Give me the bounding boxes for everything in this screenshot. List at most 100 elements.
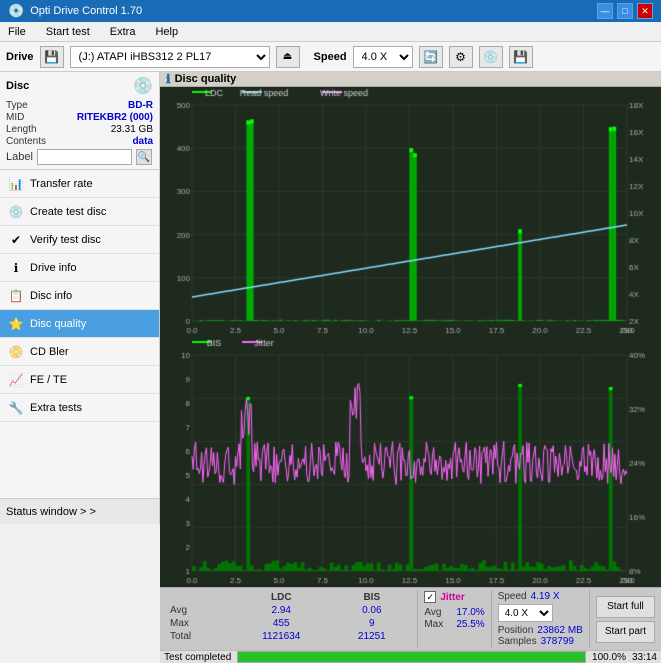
stats-total-row: Total 1121634 21251 <box>166 630 411 643</box>
disc-contents-label: Contents <box>6 136 46 147</box>
verify-test-disc-label: Verify test disc <box>30 234 101 246</box>
menu-file[interactable]: File <box>4 24 30 40</box>
stats-row-main: LDC BIS Avg 2.94 0.06 Max <box>160 588 661 650</box>
create-test-disc-icon: 💿 <box>8 205 24 219</box>
transfer-rate-icon: 📊 <box>8 177 24 191</box>
buttons-section: Start full Start part <box>590 588 661 650</box>
menu-start-test[interactable]: Start test <box>42 24 94 40</box>
dq-title: Disc quality <box>175 73 237 85</box>
extra-tests-icon: 🔧 <box>8 401 24 415</box>
stats-avg-row: Avg 2.94 0.06 <box>166 604 411 617</box>
progress-area: Test completed 100.0% 33:14 <box>160 650 661 663</box>
progress-status: Test completed <box>164 652 231 663</box>
close-button[interactable]: ✕ <box>637 3 653 19</box>
menu-bar: File Start test Extra Help <box>0 22 661 42</box>
sidebar-item-disc-quality[interactable]: ⭐ Disc quality <box>0 310 159 338</box>
transfer-rate-label: Transfer rate <box>30 178 93 190</box>
sidebar-item-drive-info[interactable]: ℹ Drive info <box>0 254 159 282</box>
sidebar-item-disc-info[interactable]: 📋 Disc info <box>0 282 159 310</box>
sidebar-item-verify-test-disc[interactable]: ✔ Verify test disc <box>0 226 159 254</box>
disc-image-icon: 💿 <box>133 76 153 96</box>
title-bar: 💿 Opti Drive Control 1.70 — □ ✕ <box>0 0 661 22</box>
max-label: Max <box>166 617 230 630</box>
charts-area <box>160 87 661 587</box>
dq-header-icon: ℹ <box>166 72 171 86</box>
progress-text: 100.0% <box>592 652 626 663</box>
drive-toolbar: Drive 💾 (J:) ATAPI iHBS312 2 PL17 ⏏ Spee… <box>0 42 661 72</box>
disc-length-label: Length <box>6 124 37 135</box>
disc-icon2[interactable]: 💿 <box>479 46 503 68</box>
window-title: Opti Drive Control 1.70 <box>30 5 142 17</box>
stats-bar: LDC BIS Avg 2.94 0.06 Max <box>160 587 661 650</box>
eject-button[interactable]: ⏏ <box>276 46 300 68</box>
fe-te-icon: 📈 <box>8 373 24 387</box>
settings-icon[interactable]: ⚙ <box>449 46 473 68</box>
drive-select[interactable]: (J:) ATAPI iHBS312 2 PL17 <box>70 46 270 68</box>
speed-label2: Speed <box>498 591 527 602</box>
disc-info-icon: 📋 <box>8 289 24 303</box>
jitter-section: ✓ Jitter Avg 17.0% Max 25.5% <box>418 588 490 650</box>
avg-label: Avg <box>166 604 230 617</box>
disc-type-label: Type <box>6 100 28 111</box>
sidebar-item-cd-bler[interactable]: 📀 CD Bler <box>0 338 159 366</box>
jitter-label: Jitter <box>440 592 464 603</box>
progress-bar-container <box>237 651 586 663</box>
drive-label: Drive <box>6 51 34 63</box>
drive-info-icon: ℹ <box>8 261 24 275</box>
progress-time: 33:14 <box>632 652 657 663</box>
progress-bar-fill <box>238 652 585 662</box>
sidebar-item-transfer-rate[interactable]: 📊 Transfer rate <box>0 170 159 198</box>
disc-label-label: Label <box>6 151 33 163</box>
sidebar-item-create-test-disc[interactable]: 💿 Create test disc <box>0 198 159 226</box>
disc-contents-value: data <box>132 136 153 147</box>
save-icon[interactable]: 💾 <box>509 46 533 68</box>
avg-ldc: 2.94 <box>230 604 332 617</box>
verify-test-disc-icon: ✔ <box>8 233 24 247</box>
disc-type-value: BD-R <box>128 100 153 111</box>
col-ldc: LDC <box>230 591 332 604</box>
cd-bler-label: CD Bler <box>30 346 69 358</box>
disc-mid-value: RITEKBR2 (000) <box>77 112 153 123</box>
speed-select2[interactable]: 4.0 X <box>498 604 553 622</box>
status-window-button[interactable]: Status window > > <box>0 498 159 524</box>
total-label: Total <box>166 630 230 643</box>
disc-quality-label: Disc quality <box>30 318 86 330</box>
disc-section-title: Disc <box>6 80 29 92</box>
drive-info-label: Drive info <box>30 262 76 274</box>
col-bis: BIS <box>332 591 411 604</box>
maximize-button[interactable]: □ <box>617 3 633 19</box>
upper-chart <box>160 87 661 337</box>
window-controls: — □ ✕ <box>597 3 653 19</box>
menu-help[interactable]: Help <box>151 24 182 40</box>
sidebar-item-extra-tests[interactable]: 🔧 Extra tests <box>0 394 159 422</box>
create-test-disc-label: Create test disc <box>30 206 106 218</box>
app-icon: 💿 <box>8 3 24 19</box>
extra-tests-label: Extra tests <box>30 402 82 414</box>
start-full-button[interactable]: Start full <box>596 596 655 618</box>
refresh-icon[interactable]: 🔄 <box>419 46 443 68</box>
sidebar-item-fe-te[interactable]: 📈 FE / TE <box>0 366 159 394</box>
disc-quality-header: ℹ Disc quality <box>160 72 661 87</box>
lower-chart <box>160 337 661 587</box>
speed-value: 4.19 X <box>531 591 560 602</box>
jitter-max-label: Max <box>424 619 452 630</box>
samples-label: Samples <box>498 636 537 647</box>
disc-panel: Disc 💿 Type BD-R MID RITEKBR2 (000) Leng… <box>0 72 159 170</box>
minimize-button[interactable]: — <box>597 3 613 19</box>
jitter-avg-value: 17.0% <box>456 607 484 618</box>
jitter-checkbox[interactable]: ✓ <box>424 591 436 603</box>
cd-bler-icon: 📀 <box>8 345 24 359</box>
main-area: Disc 💿 Type BD-R MID RITEKBR2 (000) Leng… <box>0 72 661 524</box>
start-part-button[interactable]: Start part <box>596 621 655 643</box>
status-window-label: Status window > > <box>6 506 96 518</box>
sidebar: Disc 💿 Type BD-R MID RITEKBR2 (000) Leng… <box>0 72 160 524</box>
disc-label-button[interactable]: 🔍 <box>136 149 152 165</box>
speed-select[interactable]: 4.0 X <box>353 46 413 68</box>
disc-label-input[interactable] <box>37 149 132 165</box>
stats-table: LDC BIS Avg 2.94 0.06 Max <box>160 588 417 650</box>
menu-extra[interactable]: Extra <box>106 24 140 40</box>
samples-value: 378799 <box>541 636 574 647</box>
disc-mid-label: MID <box>6 112 24 123</box>
fe-te-label: FE / TE <box>30 374 67 386</box>
disc-length-value: 23.31 GB <box>111 124 153 135</box>
